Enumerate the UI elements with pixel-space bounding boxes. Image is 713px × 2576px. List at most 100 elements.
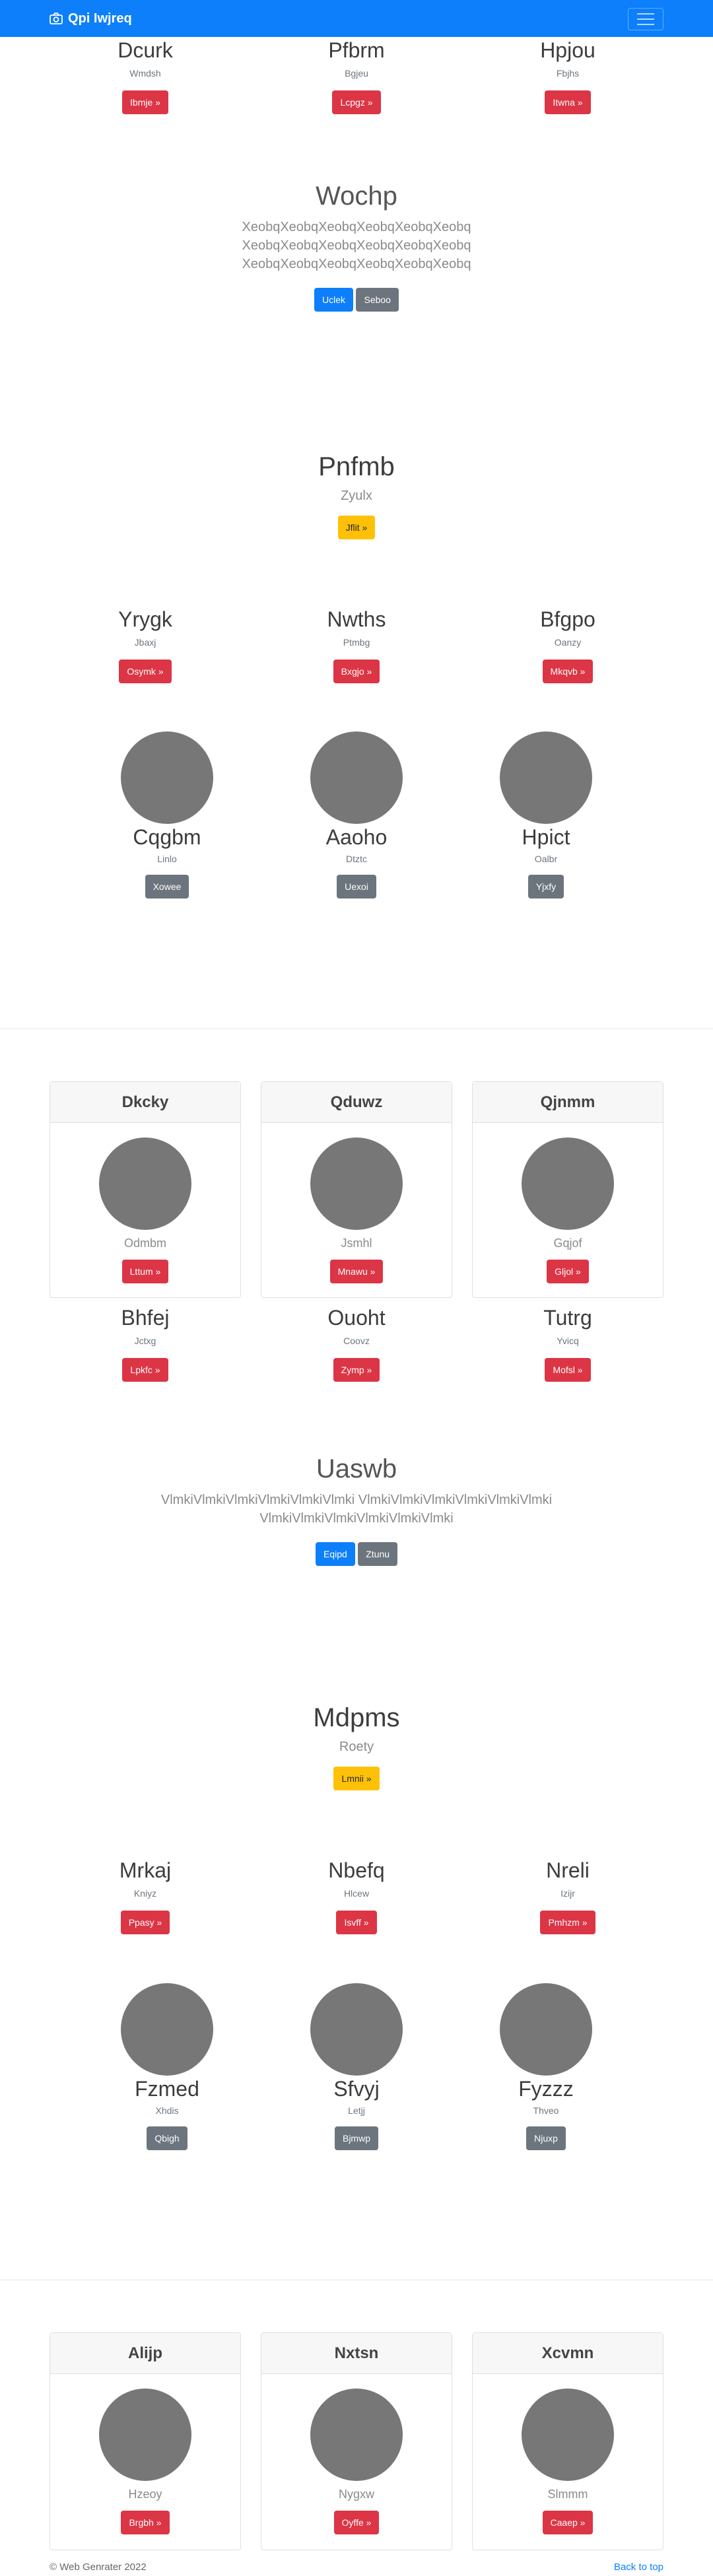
avatar-placeholder — [500, 731, 592, 824]
card-subtitle: Slmmm — [547, 2488, 588, 2501]
feature-col: Tutrg Yvicq Mofsl » — [492, 1306, 644, 1382]
feature-subtitle: Oanzy — [554, 637, 582, 648]
card-button[interactable]: Brgbh » — [121, 2511, 170, 2534]
hero: Pnfmb Zyulx Jflit » — [224, 452, 489, 539]
card: Alijp Hzeoy Brgbh » — [50, 2332, 241, 2550]
feature-title: Nreli — [546, 1858, 590, 1882]
profile-subtitle: Oalbr — [534, 854, 558, 864]
footer: © Web Genrater 2022 Back to top — [50, 2561, 663, 2573]
avatar-placeholder — [121, 731, 213, 824]
feature-col: Hpjou Fbjhs Itwna » — [492, 38, 644, 114]
avatar-placeholder — [99, 2389, 191, 2481]
feature-button[interactable]: Isvff » — [336, 1911, 377, 1934]
profile-button[interactable]: Yjxfy — [527, 875, 564, 898]
feature-title: Yrygk — [118, 607, 172, 631]
feature-button[interactable]: Bxgjo » — [333, 660, 380, 683]
profile-col: Fyzzz Thveo Njuxp — [477, 1983, 615, 2150]
feature-button[interactable]: Ibmje » — [122, 90, 168, 114]
profile-button[interactable]: Uexoi — [337, 875, 376, 898]
card: Qjnmm Gqjof Gljol » — [472, 1081, 663, 1298]
card-header: Qduwz — [261, 1082, 452, 1123]
feature-col: Bfgpo Oanzy Mkqvb » — [492, 607, 644, 683]
feature-button[interactable]: Zymp » — [333, 1358, 380, 1382]
card-button[interactable]: Gljol » — [547, 1260, 589, 1283]
card-button[interactable]: Oyffe » — [333, 2511, 380, 2534]
jumbotron-text: XeobqXeobqXeobqXeobqXeobqXeobq — [242, 238, 471, 253]
card: Qduwz Jsmhl Mnawu » — [261, 1081, 452, 1298]
jumbotron-primary-button[interactable]: Eqipd — [315, 1542, 355, 1566]
jumbotron-title: Wochp — [316, 182, 397, 211]
feature-button[interactable]: Osymk » — [119, 660, 172, 683]
jumbotron-text: XeobqXeobqXeobqXeobqXeobqXeobq — [242, 257, 471, 271]
feature-col: Nwths Ptmbg Bxgjo » — [281, 607, 432, 683]
feature-col: Dcurk Wmdsh Ibmje » — [69, 38, 221, 114]
feature-subtitle: Ptmbg — [343, 637, 370, 648]
feature-title: Pfbrm — [328, 38, 385, 62]
profile-button[interactable]: Njuxp — [526, 2126, 566, 2150]
brand-name[interactable]: Qpi Iwjreq — [68, 11, 132, 26]
feature-button[interactable]: Ppasy » — [120, 1911, 170, 1934]
feature-button[interactable]: Pmhzm » — [540, 1911, 595, 1934]
profile-col: Cqgbm Linlo Xowee — [98, 731, 236, 898]
feature-button[interactable]: Lcpgz » — [332, 90, 381, 114]
card-subtitle: Hzeoy — [128, 2488, 162, 2501]
feature-subtitle: Jbaxj — [134, 637, 156, 648]
profile-subtitle: Xhdis — [155, 2105, 179, 2116]
feature-button[interactable]: Lpkfc » — [122, 1358, 168, 1382]
feature-title: Nwths — [327, 607, 386, 631]
jumbotron-secondary-button[interactable]: Ztunu — [358, 1542, 398, 1566]
card-header: Dkcky — [50, 1082, 240, 1123]
feature-col: Ouoht Coovz Zymp » — [281, 1306, 432, 1382]
feature-title: Nbefq — [328, 1858, 385, 1882]
avatar-placeholder — [522, 2389, 614, 2481]
card-subtitle: Jsmhl — [341, 1237, 372, 1250]
feature-button[interactable]: Mofsl » — [545, 1358, 591, 1382]
feature-subtitle: Bgjeu — [345, 68, 368, 79]
feature-button[interactable]: Mkqvb » — [542, 660, 594, 683]
feature-subtitle: Yvicq — [557, 1336, 579, 1346]
avatar-placeholder — [500, 1983, 592, 2076]
feature-subtitle: Izijr — [560, 1888, 575, 1899]
profile-col: Fzmed Xhdis Qbigh — [98, 1983, 236, 2150]
card-subtitle: Odmbm — [123, 1237, 166, 1250]
hero: Mdpms Roety Lmnii » — [224, 1703, 489, 1790]
jumbotron-secondary-button[interactable]: Seboo — [356, 288, 399, 312]
feature-col: Mrkaj Kniyz Ppasy » — [69, 1858, 221, 1934]
jumbotron-text: VlmkiVlmkiVlmkiVlmkiVlmkiVlmki VlmkiVlmk… — [160, 1493, 553, 1507]
card-header: Nxtsn — [261, 2333, 452, 2374]
feature-col: Bhfej Jctxg Lpkfc » — [69, 1306, 221, 1382]
jumbotron-title: Uaswb — [316, 1454, 397, 1483]
profile-title: Cqgbm — [133, 825, 201, 849]
card-button[interactable]: Mnawu » — [329, 1260, 384, 1283]
hero-button[interactable]: Jflit » — [337, 516, 376, 539]
profile-button[interactable]: Bjmwp — [334, 2126, 378, 2150]
jumbotron-text: XeobqXeobqXeobqXeobqXeobqXeobq — [242, 220, 471, 234]
profile-col: Hpict Oalbr Yjxfy — [477, 731, 615, 898]
feature-title: Hpjou — [540, 38, 595, 62]
card-subtitle: Gqjof — [553, 1237, 582, 1250]
feature-title: Tutrg — [543, 1306, 592, 1330]
profile-button[interactable]: Xowee — [145, 875, 189, 898]
hero-subtitle: Roety — [339, 1740, 374, 1754]
avatar-placeholder — [121, 1983, 213, 2076]
hero-subtitle: Zyulx — [341, 489, 372, 503]
feature-col: Yrygk Jbaxj Osymk » — [69, 607, 221, 683]
navbar-toggle-button[interactable] — [628, 8, 663, 30]
card-button[interactable]: Lttum » — [121, 1260, 169, 1283]
profile-title: Fzmed — [135, 2077, 199, 2101]
hero-title: Mdpms — [313, 1703, 400, 1732]
feature-title: Dcurk — [118, 38, 173, 62]
card-button[interactable]: Caaep » — [542, 2511, 594, 2534]
feature-button[interactable]: Itwna » — [545, 90, 591, 114]
profile-title: Hpict — [522, 825, 570, 849]
jumbotron-primary-button[interactable]: Uclek — [314, 288, 354, 312]
navbar: Qpi Iwjreq — [0, 0, 713, 37]
profile-button[interactable]: Qbigh — [147, 2126, 187, 2150]
jumbotron: Wochp XeobqXeobqXeobqXeobqXeobqXeobq Xeo… — [158, 182, 555, 312]
feature-subtitle: Jctxg — [134, 1336, 156, 1346]
profile-subtitle: Letjj — [348, 2105, 365, 2116]
back-to-top-link[interactable]: Back to top — [614, 2561, 663, 2573]
hero-button[interactable]: Lmnii » — [333, 1767, 380, 1790]
hero-title: Pnfmb — [318, 452, 395, 481]
brand-link[interactable]: Qpi Iwjreq — [50, 11, 132, 26]
